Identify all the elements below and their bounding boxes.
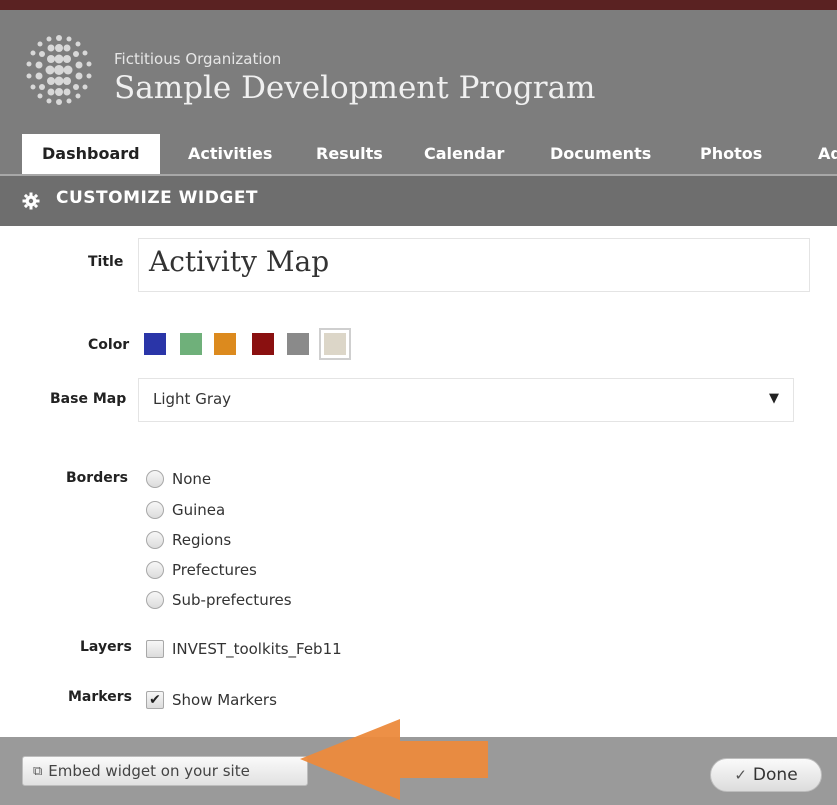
radio-button[interactable]: [146, 591, 164, 609]
globe-logo-icon: [26, 35, 92, 105]
orange-pointer-arrow-icon: [300, 719, 488, 800]
tab-dashboard[interactable]: Dashboard: [22, 134, 160, 174]
tab-overflow[interactable]: Adr: [818, 134, 837, 174]
layers-label: Layers: [80, 639, 132, 655]
dropdown-caret-icon: ▼: [769, 391, 779, 406]
basemap-value: Light Gray: [153, 390, 232, 408]
embed-label: Embed widget on your site: [48, 762, 250, 780]
color-swatch-beige[interactable]: [319, 328, 351, 360]
show-markers-option[interactable]: ✔ Show Markers: [146, 687, 277, 713]
program-title: Sample Development Program: [114, 70, 596, 106]
markers-label: Markers: [68, 689, 132, 705]
title-input[interactable]: Activity Map: [138, 238, 810, 292]
color-swatch-gray[interactable]: [287, 333, 309, 355]
done-label: Done: [752, 765, 798, 785]
color-label: Color: [88, 337, 130, 353]
color-swatch-green[interactable]: [180, 333, 202, 355]
checkmark-icon: ✓: [734, 766, 747, 784]
tab-activities[interactable]: Activities: [188, 134, 272, 174]
borders-option-prefectures[interactable]: Prefectures: [146, 557, 257, 583]
done-button[interactable]: ✓ Done: [710, 758, 822, 792]
radio-button[interactable]: [146, 531, 164, 549]
top-accent-bar: [0, 0, 837, 10]
tab-documents[interactable]: Documents: [550, 134, 651, 174]
borders-option-regions[interactable]: Regions: [146, 527, 231, 553]
checkbox-checked[interactable]: ✔: [146, 691, 164, 709]
organization-name: Fictitious Organization: [114, 50, 282, 68]
tab-photos[interactable]: Photos: [700, 134, 762, 174]
title-label: Title: [88, 254, 124, 270]
layer-option-invest-toolkits[interactable]: INVEST_toolkits_Feb11: [146, 636, 342, 662]
radio-button[interactable]: [146, 470, 164, 488]
color-swatch-orange[interactable]: [214, 333, 236, 355]
tab-results[interactable]: Results: [316, 134, 383, 174]
basemap-select[interactable]: Light Gray ▼: [138, 378, 794, 422]
borders-label: Borders: [66, 470, 128, 486]
borders-option-guinea[interactable]: Guinea: [146, 497, 225, 523]
borders-option-none[interactable]: None: [146, 466, 211, 492]
checkbox[interactable]: [146, 640, 164, 658]
color-swatch-red[interactable]: [252, 333, 274, 355]
gear-icon: [22, 192, 40, 210]
basemap-label: Base Map: [50, 391, 127, 407]
tab-calendar[interactable]: Calendar: [424, 134, 504, 174]
section-title: CUSTOMIZE WIDGET: [56, 188, 259, 208]
radio-button[interactable]: [146, 501, 164, 519]
embed-widget-button[interactable]: ⧉ Embed widget on your site: [22, 756, 308, 786]
embed-icon: ⧉: [33, 763, 43, 779]
color-swatch-blue[interactable]: [144, 333, 166, 355]
radio-button[interactable]: [146, 561, 164, 579]
borders-option-sub-prefectures[interactable]: Sub-prefectures: [146, 587, 292, 613]
